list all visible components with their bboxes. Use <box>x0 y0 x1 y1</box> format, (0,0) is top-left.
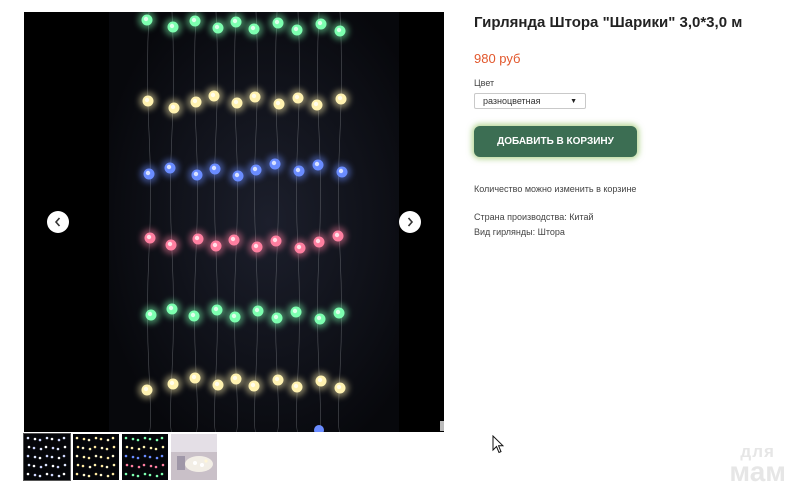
color-select-value: разноцветная <box>483 96 541 106</box>
spec-garland-type: Вид гирлянды: Штора <box>474 227 565 237</box>
gallery-scroll-indicator <box>440 421 444 431</box>
color-label: Цвет <box>474 78 495 88</box>
product-title: Гирлянда Штора "Шарики" 3,0*3,0 м <box>474 14 743 31</box>
thumbnail-2[interactable] <box>73 434 119 480</box>
product-image-gallery[interactable] <box>24 12 444 432</box>
site-watermark-logo: для мам <box>729 443 786 488</box>
spec-country: Страна производства: Китай <box>474 212 594 222</box>
garland-photo <box>24 12 444 432</box>
gallery-prev-button[interactable] <box>47 211 69 233</box>
quantity-note: Количество можно изменить в корзине <box>474 184 637 194</box>
color-select[interactable]: разноцветная ▼ <box>474 93 586 109</box>
product-price: 980 руб <box>474 51 521 66</box>
caret-down-icon: ▼ <box>570 98 577 105</box>
chevron-right-icon <box>407 217 414 227</box>
thumbnail-image <box>171 434 217 480</box>
chevron-left-icon <box>54 217 61 227</box>
thumbnail-4[interactable] <box>171 434 217 480</box>
thumbnail-1[interactable] <box>23 433 71 481</box>
gallery-next-button[interactable] <box>399 211 421 233</box>
thumbnail-image <box>73 434 119 480</box>
add-to-cart-button[interactable]: ДОБАВИТЬ В КОРЗИНУ <box>474 126 637 157</box>
mouse-pointer-icon <box>492 434 505 459</box>
thumbnail-image <box>24 434 70 480</box>
thumbnail-image <box>122 434 168 480</box>
thumbnail-3[interactable] <box>122 434 168 480</box>
watermark-line-2: мам <box>729 456 786 488</box>
